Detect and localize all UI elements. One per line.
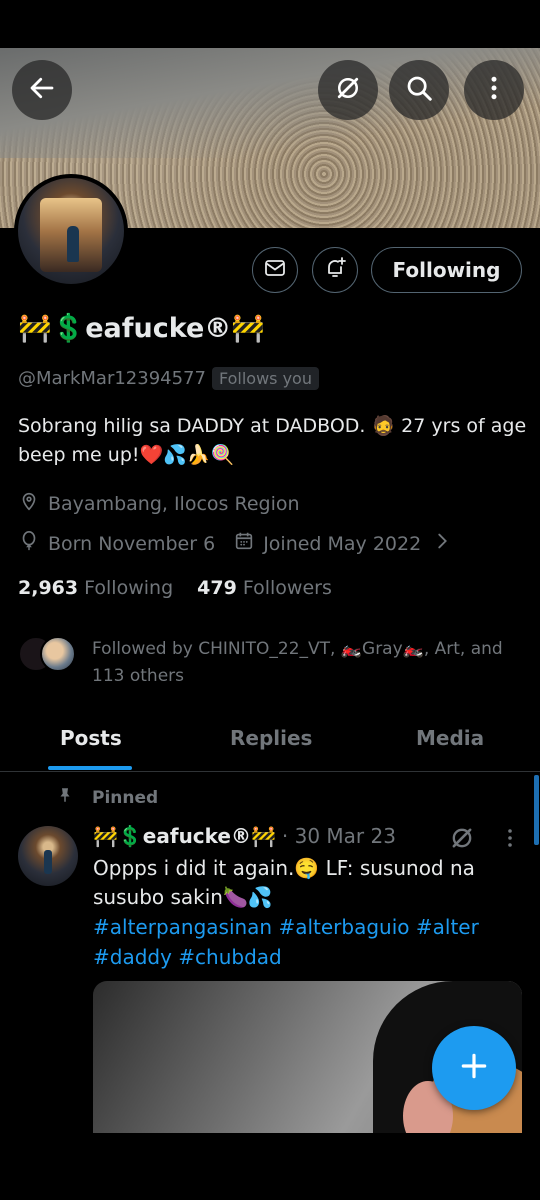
handle: @MarkMar12394577 — [18, 368, 206, 389]
born-text: Born November 6 — [48, 532, 216, 555]
follows-you-badge: Follows you — [211, 367, 319, 390]
profile-tabs: Posts Replies Media — [0, 712, 540, 772]
pinned-label: Pinned — [92, 787, 159, 808]
more-vertical-icon — [479, 73, 509, 107]
notifications-button[interactable] — [312, 247, 358, 293]
bottom-bar — [0, 1134, 540, 1200]
back-button[interactable] — [12, 60, 72, 120]
more-vertical-icon — [498, 829, 522, 854]
scrollbar[interactable] — [534, 775, 539, 845]
balloon-icon — [18, 530, 48, 557]
arrow-left-icon — [27, 73, 57, 107]
post-header: 🚧💲eafucke®🚧 · 30 Mar 23 — [93, 824, 396, 848]
followed-by-text[interactable]: Followed by CHINITO_22_VT, 🏍️Gray🏍️, Art… — [92, 636, 532, 690]
location-row: Bayambang, Ilocos Region — [18, 490, 300, 517]
following-count-link[interactable]: 2,963 Following — [18, 577, 173, 599]
chevron-right-icon — [431, 530, 461, 557]
search-button[interactable] — [389, 60, 449, 120]
follow-counts: 2,963 Following 479 Followers — [18, 577, 332, 599]
following-button[interactable]: Following — [371, 247, 522, 293]
banner-sea — [0, 48, 540, 158]
avatar-person — [44, 850, 52, 874]
location-text: Bayambang, Ilocos Region — [48, 492, 300, 515]
mail-icon — [263, 256, 287, 284]
pin-icon — [56, 786, 92, 809]
followers-count: 479 — [197, 577, 237, 599]
profile-bio: Sobrang hilig sa DADDY at DADBOD. 🧔 27 y… — [18, 415, 527, 466]
followed-by-avatars[interactable] — [18, 636, 76, 672]
avatar — [40, 636, 76, 672]
message-button[interactable] — [252, 247, 298, 293]
grok-button[interactable] — [318, 60, 378, 120]
post-author-name[interactable]: 🚧💲eafucke®🚧 — [93, 824, 276, 848]
post-more-button[interactable] — [498, 826, 522, 850]
followers-count-link[interactable]: 479 Followers — [197, 577, 332, 599]
display-name: 🚧💲eafucke®🚧 — [18, 313, 265, 344]
bell-plus-icon — [323, 256, 347, 284]
grok-icon — [333, 73, 363, 107]
search-icon — [404, 73, 434, 107]
more-options-button[interactable] — [464, 60, 524, 120]
tab-posts[interactable]: Posts — [60, 726, 122, 750]
status-bar — [0, 0, 540, 48]
followers-label: Followers — [242, 577, 332, 599]
plus-icon — [458, 1050, 490, 1086]
following-count: 2,963 — [18, 577, 79, 599]
tab-media[interactable]: Media — [416, 726, 484, 750]
profile-avatar[interactable] — [14, 174, 128, 288]
calendar-icon — [233, 530, 263, 557]
post-text: Oppps i did it again.🤤 LF: susunod na su… — [93, 856, 475, 909]
location-pin-icon — [18, 490, 48, 517]
post-hashtags[interactable]: #alterpangasinan #alterbaguio #alter #da… — [93, 912, 523, 972]
dates-row[interactable]: Born November 6 Joined May 2022 — [18, 530, 461, 557]
following-label: Following — [84, 577, 174, 599]
active-tab-indicator — [48, 766, 132, 770]
pinned-label-row: Pinned — [56, 786, 158, 809]
tab-replies[interactable]: Replies — [230, 726, 312, 750]
avatar-person — [67, 226, 79, 262]
joined-text: Joined May 2022 — [263, 532, 422, 555]
post-date[interactable]: · 30 Mar 23 — [282, 824, 396, 848]
compose-button[interactable] — [432, 1026, 516, 1110]
post-avatar[interactable] — [18, 826, 78, 886]
grok-post-button[interactable] — [448, 824, 476, 852]
handle-row: @MarkMar12394577 Follows you — [18, 367, 319, 390]
